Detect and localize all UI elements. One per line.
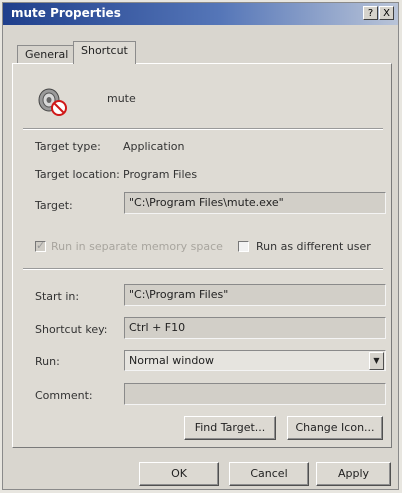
target-field[interactable]: "C:\Program Files\mute.exe" [124,192,386,214]
target-location-value: Program Files [123,168,198,181]
apply-button[interactable]: Apply [316,462,391,486]
cancel-button[interactable]: Cancel [229,462,309,486]
divider [23,268,383,270]
chevron-down-icon[interactable]: ▼ [369,352,384,370]
start-in-label: Start in: [35,290,80,303]
checkmark-icon: ✓ [36,239,46,252]
help-button[interactable]: ? [363,6,378,20]
window-title: mute Properties [11,6,121,20]
separate-memory-checkbox[interactable]: ✓ [35,239,46,252]
shortcut-name: mute [107,92,136,105]
shortcut-panel: mute Target type: Application Target loc… [12,63,392,448]
speaker-muted-icon [35,84,71,120]
title-bar[interactable]: mute Properties ? X [3,3,398,25]
tab-general[interactable]: General [17,45,77,65]
comment-field[interactable] [124,383,386,405]
target-type-label: Target type: [35,140,101,153]
run-select[interactable]: Normal window ▼ [124,350,386,371]
find-target-button[interactable]: Find Target... [184,416,276,440]
separate-memory-label: Run in separate memory space [51,240,223,253]
different-user-label: Run as different user [256,240,371,253]
run-label: Run: [35,355,60,368]
comment-label: Comment: [35,389,93,402]
divider [23,128,383,130]
run-select-value: Normal window [129,354,215,367]
target-location-label: Target location: [35,168,120,181]
ok-button[interactable]: OK [139,462,219,486]
properties-dialog: mute Properties ? X General Shortcut mut… [2,2,399,490]
change-icon-button[interactable]: Change Icon... [287,416,383,440]
different-user-checkbox[interactable] [238,241,249,252]
target-type-value: Application [123,140,185,153]
tab-shortcut[interactable]: Shortcut [73,41,136,64]
close-button[interactable]: X [379,6,394,20]
target-label: Target: [35,199,73,212]
shortcut-key-label: Shortcut key: [35,323,108,336]
start-in-field[interactable]: "C:\Program Files" [124,284,386,306]
shortcut-key-field[interactable]: Ctrl + F10 [124,317,386,339]
